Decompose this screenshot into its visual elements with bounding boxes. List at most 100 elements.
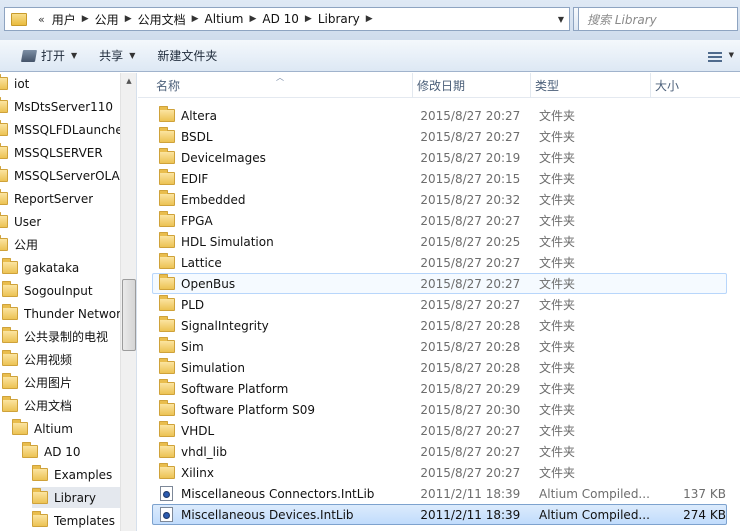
nav-item[interactable]: User: [0, 211, 120, 232]
breadcrumb-overflow[interactable]: «: [31, 13, 52, 26]
search-input[interactable]: 搜索 Library: [578, 7, 738, 31]
nav-item[interactable]: MSSQLFDLauncher: [0, 119, 120, 140]
nav-item-label: 公用视频: [24, 353, 73, 367]
folder-icon: [2, 258, 18, 274]
chevron-down-icon[interactable]: ▼: [729, 51, 734, 59]
table-row[interactable]: Xilinx 2015/8/27 20:27 文件夹: [152, 462, 727, 483]
breadcrumb-item[interactable]: 用户: [52, 11, 76, 28]
nav-item[interactable]: Thunder Network: [2, 303, 120, 324]
folder-icon: [0, 235, 8, 251]
breadcrumb-item[interactable]: Library: [318, 12, 360, 26]
open-button[interactable]: 打开 ▼: [14, 44, 85, 68]
file-date: 2015/8/27 20:27: [420, 276, 521, 291]
nav-item-label: ReportServer: [14, 191, 94, 206]
folder-icon: [159, 106, 175, 122]
table-row[interactable]: FPGA 2015/8/27 20:27 文件夹: [152, 210, 727, 231]
folder-icon: [159, 127, 175, 143]
file-name: SignalIntegrity: [181, 318, 269, 333]
nav-item[interactable]: gakataka: [2, 257, 120, 278]
nav-item[interactable]: 公共录制的电视: [2, 326, 120, 347]
share-button[interactable]: 共享 ▼: [91, 44, 143, 68]
new-folder-label: 新建文件夹: [157, 49, 218, 63]
folder-icon: [159, 316, 175, 332]
file-type: 文件夹: [539, 445, 576, 459]
breadcrumb-item[interactable]: 公用文档: [138, 11, 186, 28]
file-name: Embedded: [181, 192, 246, 207]
breadcrumb-item[interactable]: AD 10: [262, 12, 299, 26]
nav-item[interactable]: 公用图片: [2, 372, 120, 393]
scroll-up-icon[interactable]: ▲: [121, 73, 136, 89]
file-date: 2015/8/27 20:28: [420, 360, 521, 375]
nav-item[interactable]: iot: [0, 73, 120, 94]
table-row[interactable]: HDL Simulation 2015/8/27 20:25 文件夹: [152, 231, 727, 252]
table-row[interactable]: Software Platform 2015/8/27 20:29 文件夹: [152, 378, 727, 399]
chevron-right-icon[interactable]: ▶: [243, 14, 262, 24]
file-name: DeviceImages: [181, 150, 266, 165]
table-row[interactable]: Miscellaneous Devices.IntLib 2011/2/11 18…: [152, 504, 727, 525]
table-row[interactable]: VHDL 2015/8/27 20:27 文件夹: [152, 420, 727, 441]
chevron-down-icon[interactable]: ▼: [553, 8, 569, 30]
table-row[interactable]: BSDL 2015/8/27 20:27 文件夹: [152, 126, 727, 147]
file-name: Software Platform S09: [181, 402, 316, 417]
nav-item[interactable]: 公用文档: [2, 395, 120, 416]
table-row[interactable]: SignalIntegrity 2015/8/27 20:28 文件夹: [152, 315, 727, 336]
file-type: 文件夹: [539, 382, 576, 396]
table-row[interactable]: Miscellaneous Connectors.IntLib 2011/2/11…: [152, 483, 727, 504]
breadcrumb-item[interactable]: Altium: [205, 12, 244, 26]
scrollbar[interactable]: ▲: [120, 73, 136, 531]
file-name: BSDL: [181, 129, 213, 144]
command-bar: 打开 ▼ 共享 ▼ 新建文件夹 ▼: [0, 40, 740, 72]
table-row[interactable]: EDIF 2015/8/27 20:15 文件夹: [152, 168, 727, 189]
table-row[interactable]: PLD 2015/8/27 20:27 文件夹: [152, 294, 727, 315]
folder-icon: [2, 281, 18, 297]
chevron-right-icon[interactable]: ▶: [76, 14, 95, 24]
column-name[interactable]: 名称: [152, 73, 414, 98]
nav-item-label: Thunder Network: [24, 306, 120, 321]
nav-item[interactable]: SogouInput: [2, 280, 120, 301]
file-name: OpenBus: [181, 276, 236, 291]
table-row[interactable]: Embedded 2015/8/27 20:32 文件夹: [152, 189, 727, 210]
column-type[interactable]: 类型: [531, 73, 649, 98]
nav-item[interactable]: 公用: [0, 234, 120, 255]
table-row[interactable]: DeviceImages 2015/8/27 20:19 文件夹: [152, 147, 727, 168]
nav-item[interactable]: 公用视频: [2, 349, 120, 370]
table-row[interactable]: Altera 2015/8/27 20:27 文件夹: [152, 105, 727, 126]
file-date: 2015/8/27 20:27: [420, 423, 521, 438]
nav-item[interactable]: MsDtsServer110: [0, 96, 120, 117]
file-name: VHDL: [181, 423, 215, 438]
table-row[interactable]: Simulation 2015/8/27 20:28 文件夹: [152, 357, 727, 378]
open-label: 打开: [41, 49, 66, 63]
column-date[interactable]: 修改日期: [413, 73, 531, 98]
chevron-right-icon[interactable]: ▶: [119, 14, 138, 24]
nav-item[interactable]: Altium: [12, 418, 120, 439]
file-name: HDL Simulation: [181, 234, 274, 249]
nav-item[interactable]: ReportServer: [0, 188, 120, 209]
column-size[interactable]: 大小: [651, 73, 731, 98]
chevron-right-icon[interactable]: ▶: [186, 14, 205, 24]
file-name: EDIF: [181, 171, 209, 186]
table-row[interactable]: Lattice 2015/8/27 20:27 文件夹: [152, 252, 727, 273]
file-name: FPGA: [181, 213, 213, 228]
folder-icon: [2, 304, 18, 320]
nav-item[interactable]: Examples: [32, 464, 120, 485]
nav-item[interactable]: Templates: [32, 510, 120, 531]
breadcrumb-item[interactable]: 公用: [95, 11, 119, 28]
table-row[interactable]: Software Platform S09 2015/8/27 20:30 文件夹: [152, 399, 727, 420]
table-row[interactable]: OpenBus 2015/8/27 20:27 文件夹: [152, 273, 727, 294]
nav-item[interactable]: Library: [32, 487, 120, 508]
address-bar[interactable]: « 用户 ▶ 公用 ▶ 公用文档 ▶ Altium ▶ AD 10 ▶ Library ▶ ▼: [4, 7, 570, 31]
nav-item[interactable]: AD 10: [22, 441, 120, 462]
folder-icon: [0, 74, 8, 90]
scrollbar-thumb[interactable]: [122, 279, 136, 351]
file-type: 文件夹: [539, 298, 576, 312]
nav-item[interactable]: MSSQLServerOLAP: [0, 165, 120, 186]
chevron-right-icon[interactable]: ▶: [360, 14, 379, 24]
new-folder-button[interactable]: 新建文件夹: [149, 44, 225, 68]
folder-icon: [159, 148, 175, 164]
chevron-right-icon[interactable]: ▶: [299, 14, 318, 24]
table-row[interactable]: Sim 2015/8/27 20:28 文件夹: [152, 336, 727, 357]
table-row[interactable]: vhdl_lib 2015/8/27 20:27 文件夹: [152, 441, 727, 462]
view-options-icon[interactable]: [708, 52, 722, 62]
nav-item[interactable]: MSSQLSERVER: [0, 142, 120, 163]
file-type: 文件夹: [539, 319, 576, 333]
